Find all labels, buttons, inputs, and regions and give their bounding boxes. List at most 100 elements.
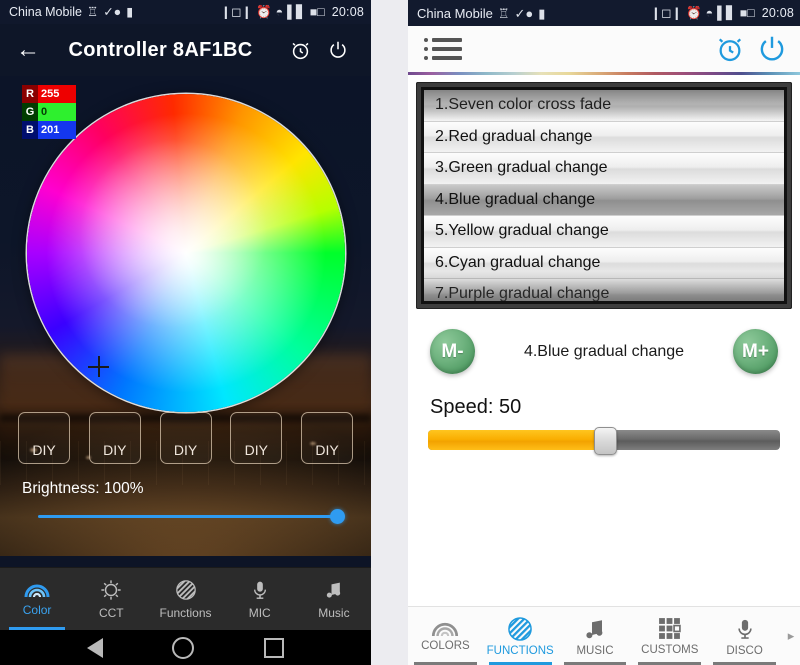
tab-scroll-arrow-icon[interactable]: ▸ [782, 628, 800, 644]
tab-music[interactable]: Music [297, 568, 371, 630]
rainbow-icon [432, 622, 459, 637]
home-circle-icon[interactable] [172, 636, 195, 659]
battery-icon: ■□ [309, 4, 325, 19]
alarm-icon: ⏰ [255, 4, 272, 19]
check-circle-icon: ✓● [514, 5, 534, 21]
rgb-row-green: G 0 [22, 103, 76, 121]
tab-disco-label: DISCO [726, 644, 763, 657]
music-note-icon [326, 582, 341, 598]
rgb-key-b: B [22, 121, 38, 139]
rgb-readout: R 255 G 0 B 201 [22, 85, 76, 139]
tab-color[interactable]: Color [0, 568, 74, 630]
check-circle-icon: ✓● [103, 4, 122, 19]
rainbow-icon [24, 584, 50, 597]
brightness-label: Brightness: 100% [22, 480, 144, 497]
rgb-row-red: R 255 [22, 85, 76, 103]
tab-colors-label: COLORS [421, 640, 470, 652]
carrier-label: China Mobile [9, 5, 82, 19]
tab-customs-label: CUSTOMS [641, 644, 699, 656]
list-item[interactable]: 7.Purple gradual change [424, 279, 784, 301]
brightness-slider-track [38, 515, 339, 518]
rgb-key-r: R [22, 85, 38, 103]
page-title: Controller 8AF1BC [68, 38, 253, 61]
alarm-clock-icon[interactable] [281, 39, 319, 62]
microphone-icon [737, 619, 752, 639]
list-item[interactable]: 6.Cyan gradual change [424, 247, 784, 279]
function-list-inner: 1.Seven color cross fade 2.Red gradual c… [421, 87, 787, 304]
right-phone-screen: China Mobile ♖ ✓● ▮ ❙◻❙ ⏰ ◓ ▌▋ ■□ 20:08 [408, 0, 800, 665]
battery-small-icon: ▮ [126, 4, 134, 19]
brightness-slider[interactable] [38, 509, 345, 524]
recents-square-icon[interactable] [264, 637, 285, 658]
tab-mic-label: MIC [248, 605, 271, 620]
back-triangle-icon[interactable] [86, 637, 103, 658]
tab-underline [413, 661, 477, 665]
left-phone-screen: China Mobile ♖ ✓● ▮ ❙◻❙ ⏰ ◓ ▌▋ ■□ 20:08 … [0, 0, 371, 665]
signal-4g-icon: ▌▋ [717, 5, 736, 20]
color-wheel[interactable] [26, 94, 345, 412]
rainbow-divider [408, 72, 800, 75]
speed-slider-thumb[interactable] [594, 427, 617, 455]
tab-mic[interactable]: MIC [223, 568, 297, 630]
diy-button-4[interactable]: DIY [230, 412, 283, 464]
tab-disco[interactable]: DISCO [707, 607, 782, 665]
tab-music-label: Music [318, 605, 350, 620]
diy-button-row: DIY DIY DIY DIY DIY [0, 412, 371, 464]
mode-next-button[interactable]: M+ [733, 329, 778, 374]
tab-colors[interactable]: COLORS [408, 607, 483, 665]
tab-functions[interactable]: Functions [148, 568, 222, 630]
brightness-slider-thumb[interactable] [330, 509, 345, 524]
list-item[interactable]: 2.Red gradual change [424, 121, 784, 153]
speed-label: Speed: 50 [430, 396, 522, 418]
color-wheel-area: R 255 G 0 B 201 DIY DIY DIY DIY DIY Brig… [0, 76, 371, 556]
mode-prev-button[interactable]: M- [430, 329, 475, 374]
list-item[interactable]: 1.Seven color cross fade [424, 90, 784, 122]
right-status-bar: China Mobile ♖ ✓● ▮ ❙◻❙ ⏰ ◓ ▌▋ ■□ 20:08 [408, 0, 800, 26]
current-mode-label: 4.Blue gradual change [523, 342, 685, 360]
android-nav-bar [0, 630, 371, 665]
tab-customs[interactable]: CUSTOMS [632, 607, 707, 665]
tab-music-label: MUSIC [576, 644, 614, 657]
wifi-icon: ◓ [705, 5, 714, 20]
striped-circle-icon [175, 579, 196, 600]
tab-active-underline [488, 661, 552, 665]
color-wheel-gradient[interactable] [26, 94, 345, 412]
tab-underline [713, 661, 777, 665]
status-bar-right: ❙◻❙ ⏰ ◓ ▌▋ ■□ 20:08 [221, 5, 364, 19]
screenshot-stage: China Mobile ♖ ✓● ▮ ❙◻❙ ⏰ ◓ ▌▋ ■□ 20:08 … [0, 0, 800, 665]
tab-underline [638, 661, 702, 665]
list-item[interactable]: 5.Yellow gradual change [424, 216, 784, 248]
microphone-icon [253, 581, 266, 599]
speed-slider[interactable] [428, 427, 780, 455]
right-app-bar [408, 26, 800, 72]
alarm-icon: ⏰ [685, 5, 702, 20]
rgb-value-r: 255 [38, 85, 76, 103]
list-item[interactable]: 3.Green gradual change [424, 153, 784, 185]
status-bar-left-right-phone: China Mobile ♖ ✓● ▮ [417, 6, 545, 21]
tab-functions[interactable]: FUNCTIONS [483, 607, 558, 665]
list-menu-icon[interactable] [424, 38, 462, 60]
rgb-key-g: G [22, 103, 38, 121]
tab-color-label: Color [22, 602, 52, 617]
tab-cct[interactable]: CCT [74, 568, 148, 630]
music-note-icon [586, 619, 603, 638]
power-icon[interactable] [319, 39, 357, 61]
carrier-label: China Mobile [417, 5, 493, 21]
striped-circle-icon [508, 616, 532, 641]
tab-cct-label: CCT [98, 605, 124, 620]
list-item-selected[interactable]: 4.Blue gradual change [424, 184, 784, 216]
right-tab-bar: COLORS FUNCTIONS MUSIC CUSTOMS DISCO ▸ [408, 606, 800, 665]
diy-button-3[interactable]: DIY [159, 412, 212, 464]
tab-music[interactable]: MUSIC [558, 607, 633, 665]
power-icon[interactable] [756, 33, 788, 65]
left-status-bar: China Mobile ♖ ✓● ▮ ❙◻❙ ⏰ ◓ ▌▋ ■□ 20:08 [0, 0, 371, 24]
diy-button-5[interactable]: DIY [301, 412, 353, 464]
tab-functions-label: FUNCTIONS [486, 644, 554, 657]
wifi-icon: ◓ [275, 4, 284, 19]
function-list[interactable]: 1.Seven color cross fade 2.Red gradual c… [424, 90, 784, 301]
function-list-frame: 1.Seven color cross fade 2.Red gradual c… [416, 82, 792, 309]
status-time: 20:08 [761, 6, 794, 20]
alarm-clock-icon[interactable] [714, 33, 746, 65]
diy-button-2[interactable]: DIY [88, 412, 141, 464]
diy-button-1[interactable]: DIY [18, 412, 70, 464]
